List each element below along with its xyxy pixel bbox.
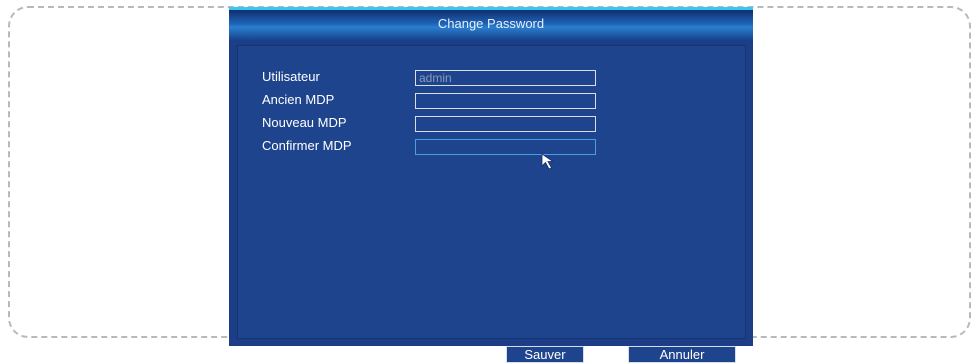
dialog-title: Change Password xyxy=(229,7,753,41)
confirm-password-label: Confirmer MDP xyxy=(262,138,352,153)
confirm-password-field[interactable] xyxy=(415,139,596,155)
cancel-button[interactable]: Annuler xyxy=(628,346,736,363)
old-password-label: Ancien MDP xyxy=(262,92,335,107)
username-field[interactable] xyxy=(415,70,596,86)
save-button[interactable]: Sauver xyxy=(506,346,584,363)
change-password-dialog: Change Password Utilisateur Ancien MDP N… xyxy=(229,7,753,363)
old-password-field[interactable] xyxy=(415,93,596,109)
new-password-field[interactable] xyxy=(415,116,596,132)
mouse-pointer-icon xyxy=(541,153,555,170)
username-label: Utilisateur xyxy=(262,69,320,84)
new-password-label: Nouveau MDP xyxy=(262,115,347,130)
form-panel: Utilisateur Ancien MDP Nouveau MDP Confi… xyxy=(237,45,746,363)
